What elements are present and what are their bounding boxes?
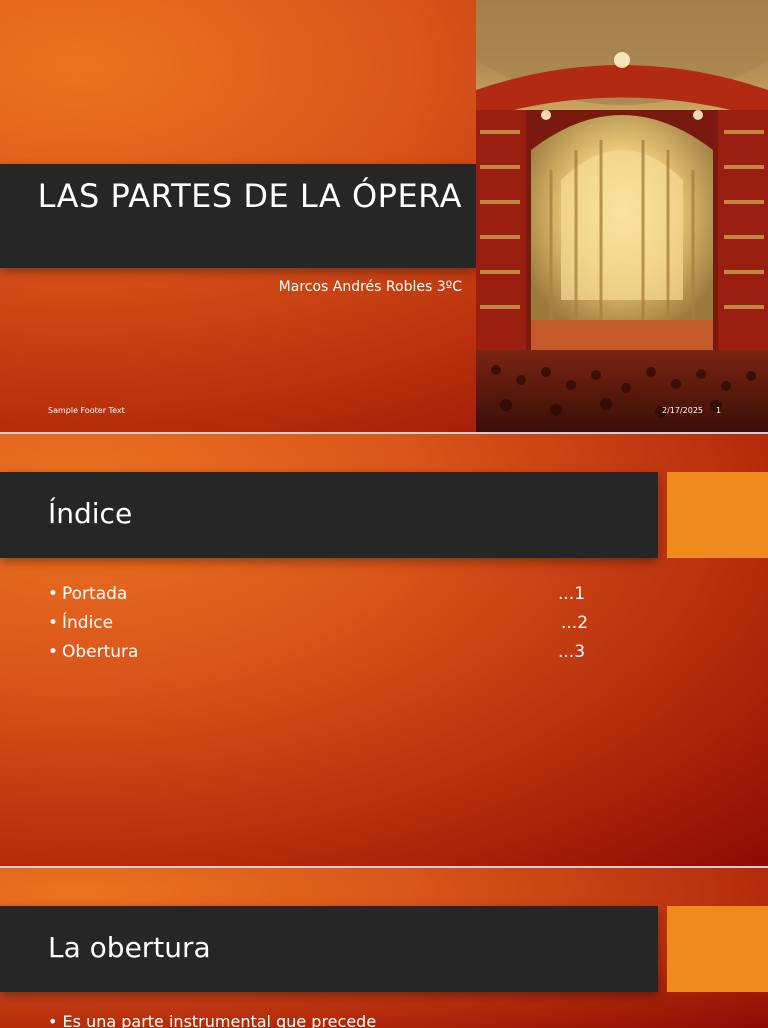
title-bar: La obertura bbox=[0, 906, 658, 992]
item-label: Obertura bbox=[62, 642, 139, 662]
bullet: • bbox=[48, 1012, 58, 1028]
list-item: • Portada ...1 bbox=[48, 580, 608, 609]
item-label: Índice bbox=[62, 613, 114, 633]
bullet: • bbox=[48, 613, 59, 633]
slide-2[interactable]: Índice • Portada ...1 • Índice ...2 • Obert… bbox=[0, 434, 768, 866]
accent-block bbox=[667, 906, 768, 992]
item-label: Portada bbox=[62, 584, 128, 604]
index-list: • Portada ...1 • Índice ...2 • Obertura ...… bbox=[48, 580, 608, 667]
bullet-text: Es una parte instrumental que precede bbox=[62, 1012, 377, 1028]
presentation-title: LAS PARTES DE LA ÓPERA bbox=[37, 177, 462, 215]
slide-1[interactable]: LAS PARTES DE LA ÓPERA Marcos Andrés Rob… bbox=[0, 0, 768, 432]
accent-block bbox=[667, 472, 768, 558]
title-bar: Índice bbox=[0, 472, 658, 558]
list-item: • Obertura ...3 bbox=[48, 638, 608, 667]
list-item: • Índice ...2 bbox=[48, 609, 608, 638]
bullet: • bbox=[48, 642, 59, 662]
slide-number: 1 bbox=[716, 406, 722, 415]
footer-text: Sample Footer Text bbox=[48, 406, 125, 415]
list-item: • Es una parte instrumental que precede bbox=[48, 1012, 376, 1028]
bullet: • bbox=[48, 584, 59, 604]
author-subtitle: Marcos Andrés Robles 3ºC bbox=[278, 279, 462, 295]
index-title: Índice bbox=[48, 497, 133, 530]
item-page: ...1 bbox=[558, 584, 586, 604]
title-bar: LAS PARTES DE LA ÓPERA bbox=[0, 164, 476, 268]
opera-theater-painting bbox=[476, 0, 768, 432]
obertura-title: La obertura bbox=[48, 931, 211, 964]
item-page: ...2 bbox=[561, 613, 589, 633]
footer-date: 2/17/2025 bbox=[662, 406, 704, 415]
slide-3[interactable]: La obertura • Es una parte instrumental … bbox=[0, 868, 768, 1028]
item-page: ...3 bbox=[558, 642, 586, 662]
